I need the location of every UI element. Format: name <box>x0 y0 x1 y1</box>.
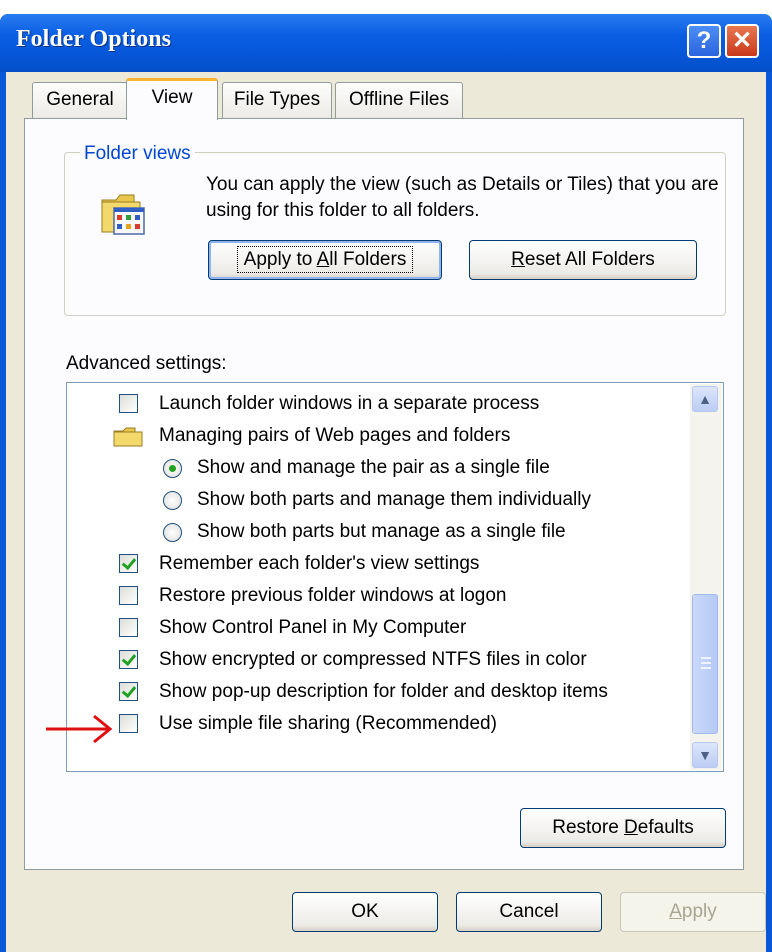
list-item[interactable]: Show Control Panel in My Computer <box>67 613 687 643</box>
list-item: Managing pairs of Web pages and folders <box>67 421 687 451</box>
advanced-settings-list[interactable]: Launch folder windows in a separate proc… <box>66 382 724 772</box>
list-item[interactable]: Restore previous folder windows at logon <box>67 581 687 611</box>
checkbox[interactable] <box>119 394 138 413</box>
folder-views-description: You can apply the view (such as Details … <box>206 174 719 221</box>
checkbox[interactable] <box>119 682 138 701</box>
apply-button[interactable]: Apply <box>620 892 766 932</box>
list-item[interactable]: Use simple file sharing (Recommended) <box>67 709 687 739</box>
list-item-label: Show encrypted or compressed NTFS files … <box>159 649 587 670</box>
radio-button[interactable] <box>163 523 182 542</box>
help-button[interactable]: ? <box>687 24 721 58</box>
checkbox[interactable] <box>119 554 138 573</box>
tab-general[interactable]: General <box>32 82 128 118</box>
advanced-settings-label: Advanced settings: <box>66 353 227 374</box>
folder-icon <box>113 427 143 447</box>
list-item-label: Managing pairs of Web pages and folders <box>159 425 511 446</box>
list-item[interactable]: Show both parts but manage as a single f… <box>67 517 687 547</box>
restore-label-post: efaults <box>637 817 694 838</box>
scroll-down-button[interactable]: ▼ <box>692 742 718 768</box>
reset-all-folders-button[interactable]: Reset All Folders <box>469 240 697 280</box>
thumb-grip <box>701 657 711 659</box>
radio-button[interactable] <box>163 491 182 510</box>
folder-views-label: Folder views <box>80 143 195 165</box>
radio-button[interactable] <box>163 459 182 478</box>
restore-defaults-button[interactable]: Restore Defaults <box>520 808 726 848</box>
list-item[interactable]: Remember each folder's view settings <box>67 549 687 579</box>
apply-to-all-folders-button[interactable]: Apply to All Folders <box>208 240 442 280</box>
list-item[interactable]: Show and manage the pair as a single fil… <box>67 453 687 483</box>
reset-label-key: R <box>511 249 525 270</box>
thumb-grip <box>701 662 711 664</box>
title-bar[interactable]: Folder Options ? ✕ <box>0 14 772 72</box>
list-item[interactable]: Show pop-up description for folder and d… <box>67 677 687 707</box>
scroll-up-button[interactable]: ▲ <box>692 386 718 412</box>
reset-label-post: eset All Folders <box>524 249 655 270</box>
checkbox[interactable] <box>119 586 138 605</box>
thumb-grip <box>701 667 711 669</box>
apply-label-post: ll Folders <box>329 249 407 270</box>
ok-button[interactable]: OK <box>292 892 438 932</box>
checkbox[interactable] <box>119 618 138 637</box>
checkbox[interactable] <box>119 650 138 669</box>
list-item-label: Show both parts and manage them individu… <box>197 489 591 510</box>
apply-label-pre: Apply to <box>243 249 317 270</box>
checkbox[interactable] <box>119 714 138 733</box>
restore-label-key: D <box>624 817 638 838</box>
close-button[interactable]: ✕ <box>725 24 759 58</box>
apply-btn-label-key: A <box>669 901 682 922</box>
list-item-label: Restore previous folder windows at logon <box>159 585 507 606</box>
red-arrow-annotation <box>46 714 113 744</box>
tab-file-types[interactable]: File Types <box>222 82 332 118</box>
folder-view-icon <box>101 194 145 235</box>
vertical-scrollbar[interactable]: ▲ ▼ <box>690 384 722 770</box>
list-item-label: Remember each folder's view settings <box>159 553 480 574</box>
apply-label-key: A <box>316 249 330 270</box>
window-title: Folder Options <box>16 26 171 52</box>
list-item[interactable]: Show encrypted or compressed NTFS files … <box>67 645 687 675</box>
list-item-label: Launch folder windows in a separate proc… <box>159 393 540 414</box>
list-item-label: Show pop-up description for folder and d… <box>159 681 608 702</box>
tab-view[interactable]: View <box>126 78 218 120</box>
list-item-label: Use simple file sharing (Recommended) <box>159 713 497 734</box>
apply-btn-label-post: pply <box>681 901 717 922</box>
list-item-label: Show Control Panel in My Computer <box>159 617 467 638</box>
list-item-label: Show and manage the pair as a single fil… <box>197 457 550 478</box>
scrollbar-thumb[interactable] <box>692 594 718 734</box>
restore-label-pre: Restore <box>552 817 625 838</box>
tab-offline-files[interactable]: Offline Files <box>335 82 463 118</box>
list-item-label: Show both parts but manage as a single f… <box>197 521 566 542</box>
list-item[interactable]: Show both parts and manage them individu… <box>67 485 687 515</box>
cancel-button[interactable]: Cancel <box>456 892 602 932</box>
list-item[interactable]: Launch folder windows in a separate proc… <box>67 389 687 419</box>
